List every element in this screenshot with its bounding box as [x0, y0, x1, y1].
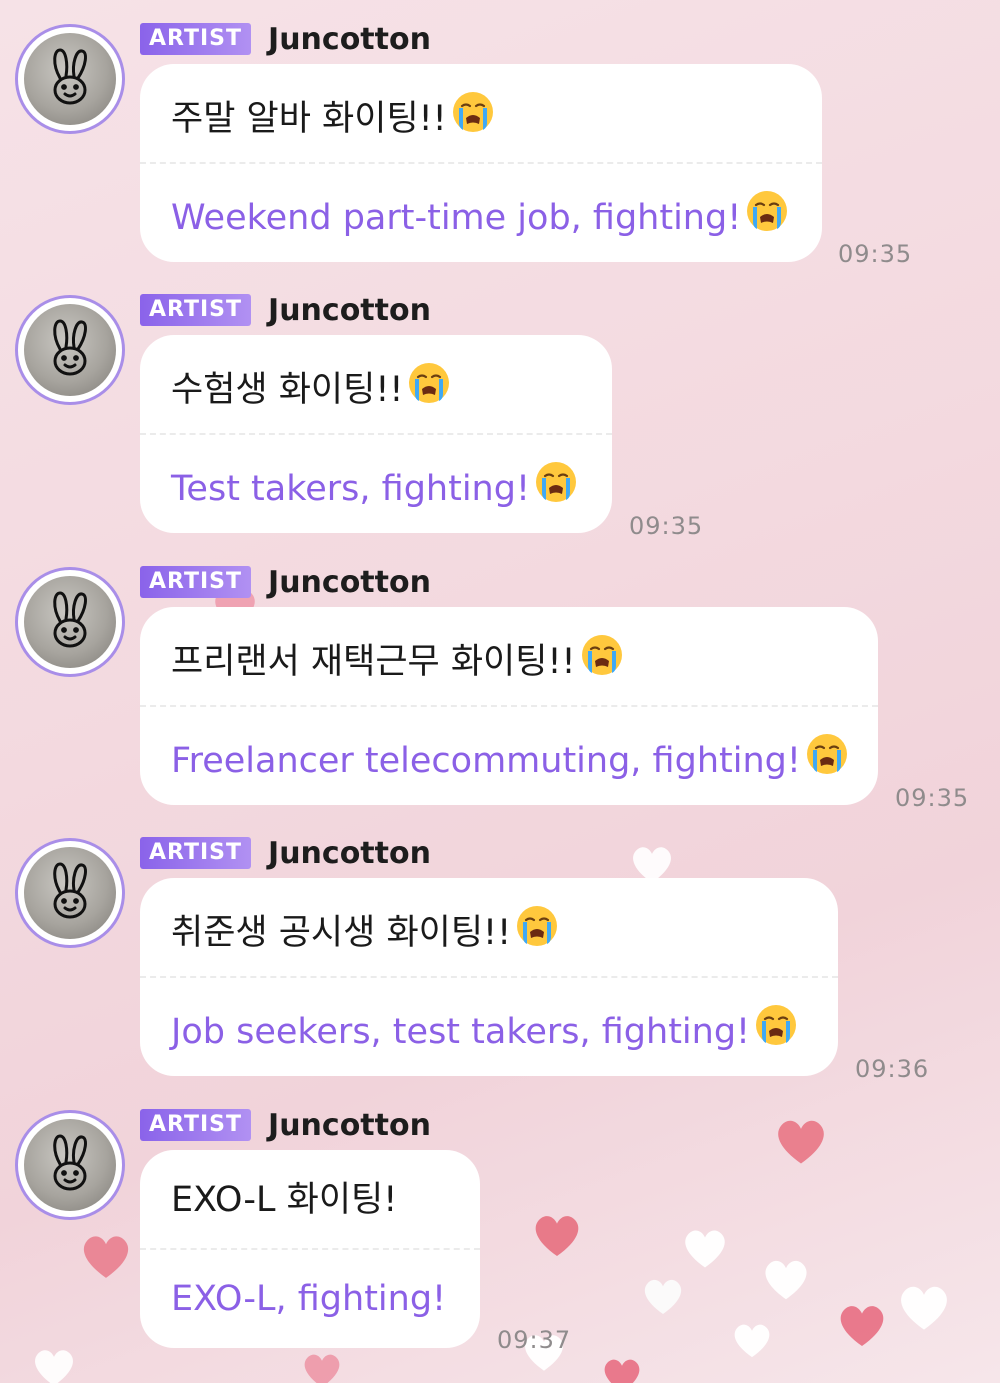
heart-icon [83, 1236, 129, 1278]
original-text: 프리랜서 재택근무 화이팅!! [171, 633, 624, 690]
heart-icon [778, 1120, 824, 1164]
message-bubble[interactable]: 주말 알바 화이팅!! Weekend part-time job, fight… [140, 64, 822, 262]
avatar[interactable] [15, 24, 125, 134]
divider [140, 162, 822, 164]
translated-text-content: EXO-L, fighting! [171, 1279, 447, 1319]
message-bubble[interactable]: 프리랜서 재택근무 화이팅!! Freelancer telecommuting… [140, 607, 878, 805]
message-header: ARTIST Juncotton [140, 292, 431, 328]
avatar[interactable] [15, 1110, 125, 1220]
message-header: ARTIST Juncotton [140, 1107, 431, 1143]
avatar[interactable] [15, 567, 125, 677]
artist-badge: ARTIST [140, 566, 252, 598]
original-text-content: 취준생 공시생 화이팅!! [171, 912, 512, 953]
translated-text-content: Test takers, fighting! [171, 468, 530, 509]
translated-text: Freelancer telecommuting, fighting! [171, 732, 849, 789]
heart-icon [304, 1354, 340, 1383]
translated-text: Test takers, fighting! [171, 460, 578, 517]
bunny-doodle-avatar-icon [24, 1119, 116, 1211]
artist-badge: ARTIST [140, 23, 252, 55]
author-name: Juncotton [268, 835, 431, 871]
heart-icon [901, 1286, 947, 1330]
heart-icon [535, 1216, 579, 1257]
divider [140, 976, 838, 978]
translated-text: Weekend part-time job, fighting! [171, 189, 789, 246]
heart-icon [840, 1306, 884, 1347]
message-time: 09:36 [855, 1055, 930, 1083]
loudly-crying-face-icon [407, 361, 451, 418]
loudly-crying-face-icon [580, 633, 624, 690]
artist-badge: ARTIST [140, 1109, 252, 1141]
original-text-content: EXO-L 화이팅! [171, 1180, 398, 1220]
loudly-crying-face-icon [515, 904, 559, 961]
original-text-content: 주말 알바 화이팅!! [171, 98, 447, 139]
translated-text: Job seekers, test takers, fighting! [171, 1003, 798, 1060]
message-header: ARTIST Juncotton [140, 835, 431, 871]
avatar[interactable] [15, 838, 125, 948]
original-text: 취준생 공시생 화이팅!! [171, 904, 559, 961]
message-header: ARTIST Juncotton [140, 564, 431, 600]
avatar[interactable] [15, 295, 125, 405]
heart-icon [734, 1324, 770, 1358]
loudly-crying-face-icon [745, 189, 789, 246]
message-bubble[interactable]: EXO-L 화이팅! EXO-L, fighting! [140, 1150, 480, 1348]
original-text: 주말 알바 화이팅!! [171, 90, 495, 147]
divider [140, 1248, 480, 1250]
bunny-doodle-avatar-icon [24, 33, 116, 125]
author-name: Juncotton [268, 564, 431, 600]
translated-text: EXO-L, fighting! [171, 1275, 446, 1323]
heart-icon [644, 1279, 682, 1314]
loudly-crying-face-icon [451, 90, 495, 147]
message-header: ARTIST Juncotton [140, 21, 431, 57]
author-name: Juncotton [268, 292, 431, 328]
heart-icon [35, 1350, 73, 1383]
translated-text-content: Weekend part-time job, fighting! [171, 197, 742, 238]
original-text-content: 프리랜서 재택근무 화이팅!! [171, 641, 576, 682]
heart-icon [604, 1359, 640, 1383]
bunny-doodle-avatar-icon [24, 576, 116, 668]
original-text: EXO-L 화이팅! [171, 1176, 397, 1224]
artist-badge: ARTIST [140, 837, 252, 869]
author-name: Juncotton [268, 1107, 431, 1143]
divider [140, 705, 878, 707]
loudly-crying-face-icon [754, 1003, 798, 1060]
loudly-crying-face-icon [534, 460, 578, 517]
heart-icon [685, 1230, 725, 1268]
message-bubble[interactable]: 취준생 공시생 화이팅!! Job seekers, test takers, … [140, 878, 838, 1076]
author-name: Juncotton [268, 21, 431, 57]
artist-badge: ARTIST [140, 294, 252, 326]
bunny-doodle-avatar-icon [24, 304, 116, 396]
divider [140, 433, 612, 435]
bunny-doodle-avatar-icon [24, 847, 116, 939]
loudly-crying-face-icon [805, 732, 849, 789]
original-text: 수험생 화이팅!! [171, 361, 451, 418]
message-time: 09:35 [838, 240, 913, 268]
translated-text-content: Job seekers, test takers, fighting! [171, 1011, 751, 1052]
message-time: 09:35 [629, 512, 704, 540]
message-bubble[interactable]: 수험생 화이팅!! Test takers, fighting! [140, 335, 612, 533]
translated-text-content: Freelancer telecommuting, fighting! [171, 740, 801, 781]
message-time: 09:35 [895, 784, 970, 812]
message-time: 09:37 [497, 1326, 572, 1354]
heart-icon [765, 1260, 807, 1300]
original-text-content: 수험생 화이팅!! [171, 369, 404, 410]
